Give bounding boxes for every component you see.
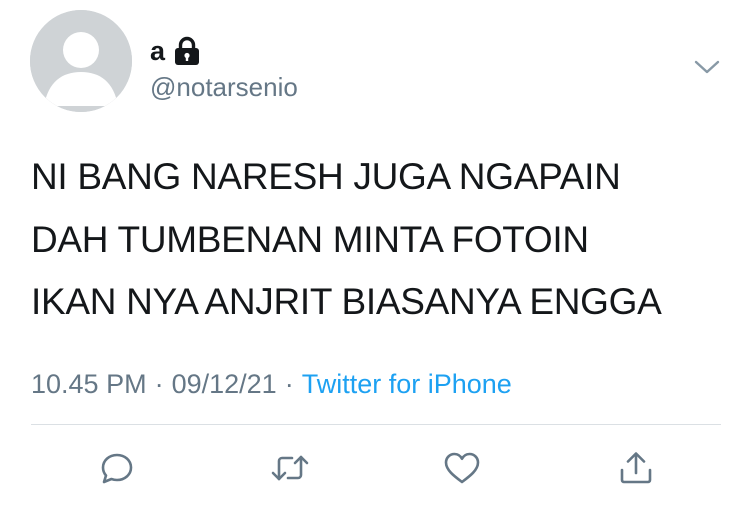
avatar[interactable] (30, 10, 132, 112)
tweet-date[interactable]: 09/12/21 (172, 369, 277, 399)
retweet-icon (271, 455, 309, 481)
retweet-button[interactable] (268, 446, 312, 490)
tweet-source-link[interactable]: Twitter for iPhone (302, 369, 512, 399)
chevron-down-icon[interactable] (692, 56, 722, 78)
meta-separator: · (284, 369, 294, 399)
tweet-time[interactable]: 10.45 PM (31, 369, 147, 399)
default-avatar-icon (30, 10, 132, 112)
reply-icon (101, 453, 133, 484)
heart-icon (444, 452, 480, 484)
like-button[interactable] (440, 446, 484, 490)
divider (31, 424, 721, 425)
author-name-row[interactable]: a (150, 34, 200, 68)
share-button[interactable] (614, 446, 658, 490)
user-handle[interactable]: @notarsenio (150, 70, 298, 104)
tweet-text: NI BANG NARESH JUGA NGAPAIN DAH TUMBENAN… (31, 146, 721, 334)
tweet-meta: 10.45 PM · 09/12/21 · Twitter for iPhone (31, 366, 512, 402)
tweet-text-line: DAH TUMBENAN MINTA FOTOIN (31, 218, 589, 260)
tweet-text-line: NI BANG NARESH JUGA NGAPAIN (31, 156, 621, 197)
meta-separator: · (154, 369, 164, 399)
lock-icon (174, 36, 200, 66)
reply-button[interactable] (95, 446, 139, 490)
share-icon (620, 452, 652, 484)
tweet-text-line: IKAN NYA ANJRIT BIASANYA ENGGA (31, 281, 662, 322)
display-name[interactable]: a (150, 34, 165, 68)
